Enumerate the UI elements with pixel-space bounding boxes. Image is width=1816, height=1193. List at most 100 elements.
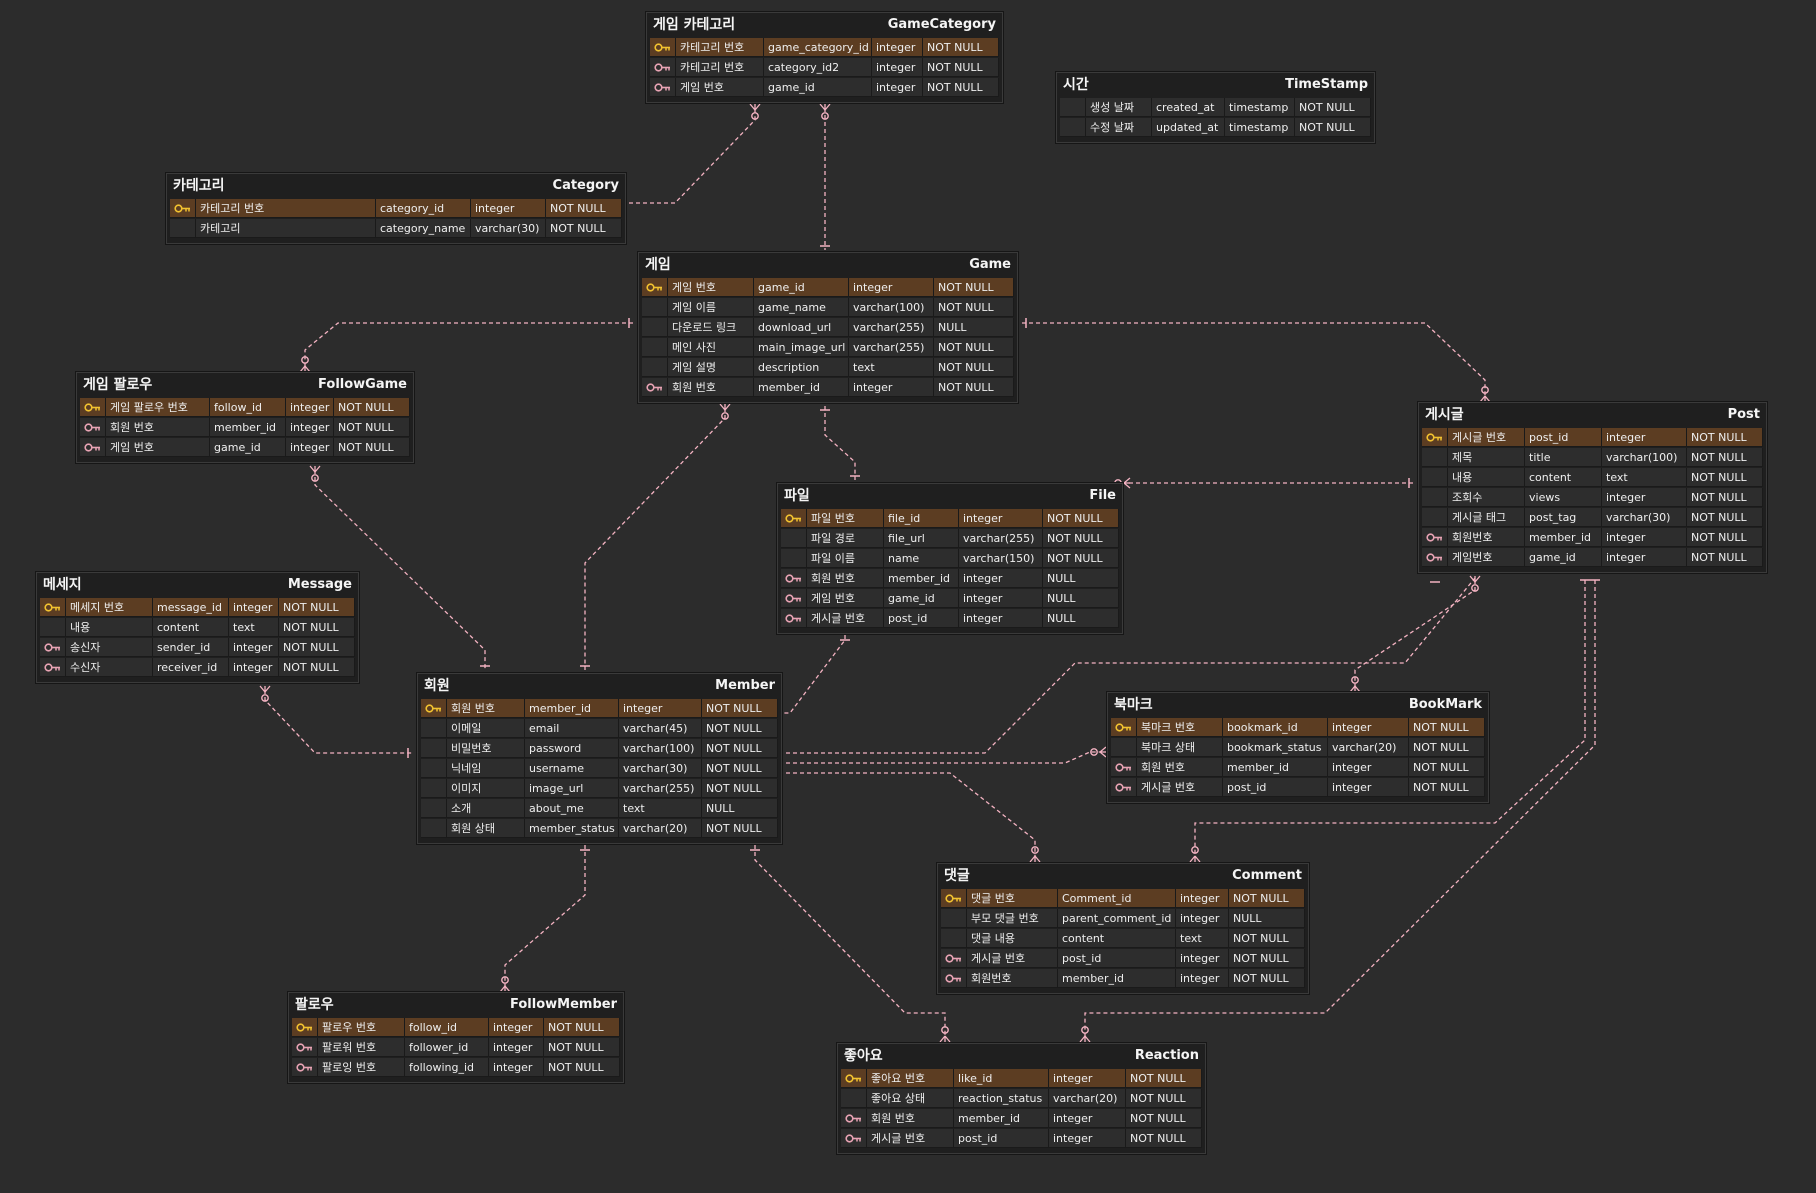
entity-member[interactable]: 회원 Member 회원 번호 member_id integer NOT NULL 이메일… (417, 673, 782, 844)
attribute-row[interactable]: 좋아요 상태 reaction_status varchar(20) NOT NULL (841, 1089, 1202, 1109)
attribute-row[interactable]: 메인 사진 main_image_url varchar(255) NOT NULL (642, 338, 1014, 358)
attribute-data-type: integer (849, 278, 934, 297)
attribute-row[interactable]: 게임 번호 game_id integer NOT NULL (650, 78, 999, 98)
attribute-row[interactable]: 파일 경로 file_url varchar(255) NOT NULL (781, 529, 1119, 549)
attribute-row[interactable]: 내용 content text NOT NULL (1422, 468, 1763, 488)
entity-header[interactable]: 댓글 Comment (938, 864, 1308, 888)
attribute-row[interactable]: 팔로우 번호 follow_id integer NOT NULL (292, 1018, 620, 1038)
attribute-row[interactable]: 소개 about_me text NULL (421, 799, 778, 819)
entity-bookmark[interactable]: 북마크 BookMark 북마크 번호 bookmark_id integer NOT N… (1107, 692, 1489, 803)
attribute-label: 수정 날짜 (1086, 118, 1152, 137)
attribute-row[interactable]: 메세지 번호 message_id integer NOT NULL (40, 598, 355, 618)
entity-header[interactable]: 카테고리 Category (167, 174, 625, 198)
entity-title-ko: 팔로우 (295, 997, 334, 1013)
attribute-row[interactable]: 회원번호 member_id integer NOT NULL (941, 969, 1305, 989)
attribute-column-name: member_id (884, 569, 959, 588)
attribute-row[interactable]: 파일 번호 file_id integer NOT NULL (781, 509, 1119, 529)
attribute-row[interactable]: 좋아요 번호 like_id integer NOT NULL (841, 1069, 1202, 1089)
attribute-row[interactable]: 게임 팔로우 번호 follow_id integer NOT NULL (80, 398, 410, 418)
attribute-row[interactable]: 내용 content text NOT NULL (40, 618, 355, 638)
attribute-row[interactable]: 댓글 내용 content text NOT NULL (941, 929, 1305, 949)
entity-header[interactable]: 게임 카테고리 GameCategory (647, 13, 1002, 37)
attribute-row[interactable]: 게임 이름 game_name varchar(100) NOT NULL (642, 298, 1014, 318)
attribute-row[interactable]: 송신자 sender_id integer NOT NULL (40, 638, 355, 658)
attribute-row[interactable]: 회원 번호 member_id integer NOT NULL (642, 378, 1014, 398)
entity-file[interactable]: 파일 File 파일 번호 file_id integer NOT NULL 파일 경로 fi… (777, 483, 1123, 634)
attribute-row[interactable]: 게시글 번호 post_id integer NULL (781, 609, 1119, 629)
entity-header[interactable]: 게임 Game (639, 253, 1017, 277)
attribute-row[interactable]: 이메일 email varchar(45) NOT NULL (421, 719, 778, 739)
entity-post[interactable]: 게시글 Post 게시글 번호 post_id integer NOT NULL 제목 tit… (1418, 402, 1767, 573)
attribute-data-type: integer (229, 598, 279, 617)
attribute-row[interactable]: 팔로워 번호 follower_id integer NOT NULL (292, 1038, 620, 1058)
entity-header[interactable]: 파일 File (778, 484, 1122, 508)
attribute-row[interactable]: 조회수 views integer NOT NULL (1422, 488, 1763, 508)
attribute-row[interactable]: 회원 번호 member_id integer NULL (781, 569, 1119, 589)
attribute-row[interactable]: 게시글 번호 post_id integer NOT NULL (1111, 778, 1485, 798)
attribute-row[interactable]: 팔로잉 번호 following_id integer NOT NULL (292, 1058, 620, 1078)
entity-header[interactable]: 게임 팔로우 FollowGame (77, 373, 413, 397)
attribute-row[interactable]: 수정 날짜 updated_at timestamp NOT NULL (1060, 118, 1371, 138)
attribute-row[interactable]: 댓글 번호 Comment_id integer NOT NULL (941, 889, 1305, 909)
attribute-row[interactable]: 수신자 receiver_id integer NOT NULL (40, 658, 355, 678)
attribute-data-type: text (229, 618, 279, 637)
attribute-row[interactable]: 회원 번호 member_id integer NOT NULL (1111, 758, 1485, 778)
entity-category[interactable]: 카테고리 Category 카테고리 번호 category_id integer NOT… (166, 173, 626, 244)
attribute-row[interactable]: 북마크 상태 bookmark_status varchar(20) NOT NULL (1111, 738, 1485, 758)
attribute-column-name: sender_id (153, 638, 229, 657)
attribute-row[interactable]: 게시글 번호 post_id integer NOT NULL (841, 1129, 1202, 1149)
attribute-row[interactable]: 회원 번호 member_id integer NOT NULL (841, 1109, 1202, 1129)
attribute-row[interactable]: 게임번호 game_id integer NOT NULL (1422, 548, 1763, 568)
attribute-nullability: NOT NULL (1687, 528, 1763, 547)
entity-message[interactable]: 메세지 Message 메세지 번호 message_id integer NOT NUL… (36, 572, 359, 683)
attribute-row[interactable]: 카테고리 번호 category_id integer NOT NULL (170, 199, 622, 219)
attribute-row[interactable]: 게시글 태그 post_tag varchar(30) NOT NULL (1422, 508, 1763, 528)
attribute-row[interactable]: 북마크 번호 bookmark_id integer NOT NULL (1111, 718, 1485, 738)
attribute-row[interactable]: 게임 설명 description text NOT NULL (642, 358, 1014, 378)
entity-gamecategory[interactable]: 게임 카테고리 GameCategory 카테고리 번호 game_category_… (646, 12, 1003, 103)
attribute-row[interactable]: 회원 상태 member_status varchar(20) NOT NULL (421, 819, 778, 839)
entity-header[interactable]: 북마크 BookMark (1108, 693, 1488, 717)
attribute-row[interactable]: 게임 번호 game_id integer NOT NULL (642, 278, 1014, 298)
attribute-row[interactable]: 회원 번호 member_id integer NOT NULL (421, 699, 778, 719)
entity-header[interactable]: 팔로우 FollowMember (289, 993, 623, 1017)
attribute-row[interactable]: 게임 번호 game_id integer NULL (781, 589, 1119, 609)
attribute-data-type: integer (1602, 488, 1687, 507)
attribute-row[interactable]: 생성 날짜 created_at timestamp NOT NULL (1060, 98, 1371, 118)
attribute-column-name: game_name (754, 298, 849, 317)
attribute-row[interactable]: 게시글 번호 post_id integer NOT NULL (1422, 428, 1763, 448)
attribute-column-name: member_id (1058, 969, 1176, 988)
entity-followmember[interactable]: 팔로우 FollowMember 팔로우 번호 follow_id integer NOT… (288, 992, 624, 1083)
entity-followgame[interactable]: 게임 팔로우 FollowGame 게임 팔로우 번호 follow_id intege… (76, 372, 414, 463)
entity-header[interactable]: 좋아요 Reaction (838, 1044, 1205, 1068)
primary-key-icon (40, 598, 66, 617)
attribute-row[interactable]: 게임 번호 game_id integer NOT NULL (80, 438, 410, 458)
attribute-row[interactable]: 카테고리 번호 category_id2 integer NOT NULL (650, 58, 999, 78)
attribute-row[interactable]: 카테고리 번호 game_category_id integer NOT NULL (650, 38, 999, 58)
entity-header[interactable]: 시간 TimeStamp (1057, 73, 1374, 97)
primary-key-icon (642, 278, 668, 297)
entity-header[interactable]: 메세지 Message (37, 573, 358, 597)
entity-reaction[interactable]: 좋아요 Reaction 좋아요 번호 like_id integer NOT NULL 좋… (837, 1043, 1206, 1154)
attribute-row[interactable]: 비밀번호 password varchar(100) NOT NULL (421, 739, 778, 759)
attribute-data-type: integer (959, 589, 1043, 608)
attribute-row[interactable]: 닉네임 username varchar(30) NOT NULL (421, 759, 778, 779)
attribute-nullability: NOT NULL (1409, 718, 1485, 737)
entity-timestamp[interactable]: 시간 TimeStamp 생성 날짜 created_at timestamp NOT N… (1056, 72, 1375, 143)
attribute-row[interactable]: 게시글 번호 post_id integer NOT NULL (941, 949, 1305, 969)
attribute-nullability: NOT NULL (702, 699, 778, 718)
attribute-row[interactable]: 회원번호 member_id integer NOT NULL (1422, 528, 1763, 548)
entity-header[interactable]: 회원 Member (418, 674, 781, 698)
attribute-row[interactable]: 부모 댓글 번호 parent_comment_id integer NULL (941, 909, 1305, 929)
attribute-row[interactable]: 다운로드 링크 download_url varchar(255) NULL (642, 318, 1014, 338)
entity-comment[interactable]: 댓글 Comment 댓글 번호 Comment_id integer NOT NULL 부… (937, 863, 1309, 994)
attribute-row[interactable]: 파일 이름 name varchar(150) NOT NULL (781, 549, 1119, 569)
attribute-nullability: NOT NULL (1409, 778, 1485, 797)
attribute-row[interactable]: 이미지 image_url varchar(255) NOT NULL (421, 779, 778, 799)
attribute-row[interactable]: 카테고리 category_name varchar(30) NOT NULL (170, 219, 622, 239)
entity-header[interactable]: 게시글 Post (1419, 403, 1766, 427)
entity-game[interactable]: 게임 Game 게임 번호 game_id integer NOT NULL 게임 이름 ga… (638, 252, 1018, 403)
attribute-row[interactable]: 회원 번호 member_id integer NOT NULL (80, 418, 410, 438)
attribute-row[interactable]: 제목 title varchar(100) NOT NULL (1422, 448, 1763, 468)
entity-title-ko: 댓글 (944, 868, 970, 884)
